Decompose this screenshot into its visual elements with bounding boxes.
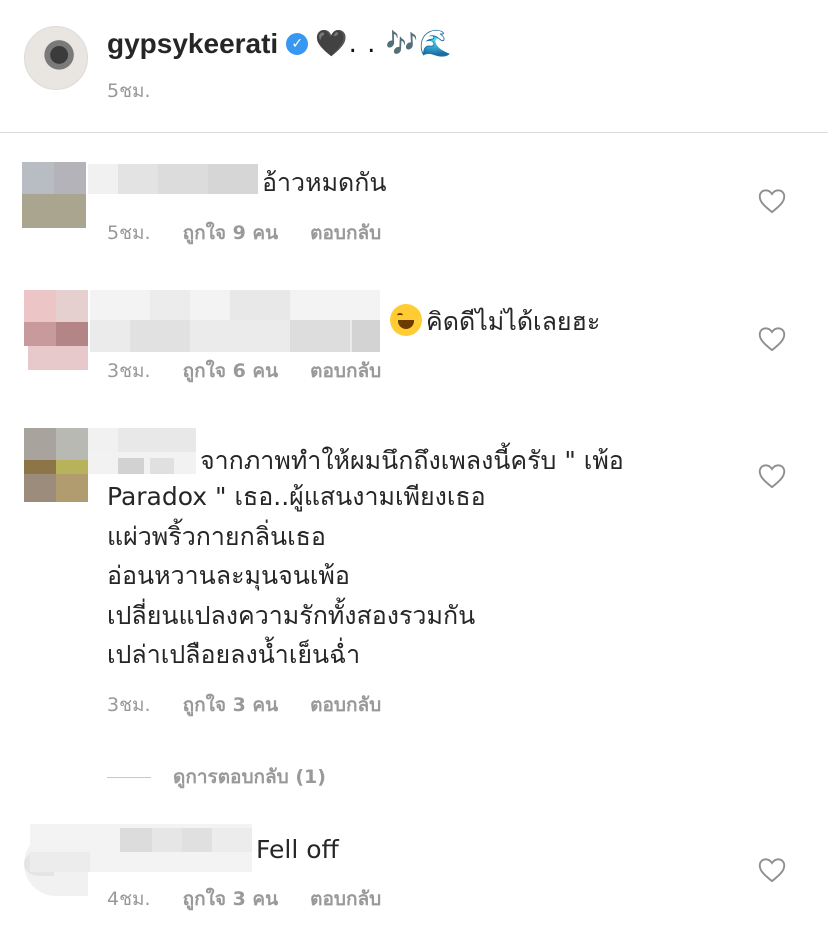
post-author-avatar[interactable] — [24, 26, 88, 90]
comment-item: อ้าวหมดกัน 5ชม. ถูกใจ 9 คน ตอบกลับ — [0, 150, 828, 250]
comment-time: 5ชม. — [107, 222, 151, 244]
comment-time: 3ชม. — [107, 360, 151, 382]
comment-line: อ้าวหมดกัน — [262, 168, 387, 197]
comment-line: เปลี่ยนแปลงความรักทั้งสองรวมกัน — [107, 600, 476, 630]
commenter-avatar-blurred[interactable] — [24, 290, 90, 370]
post-time: 5ชม. — [107, 80, 151, 102]
post-header: gypsykeerati ✓ 🖤. . 🎶🌊 5ชม. — [0, 0, 828, 132]
comment-item: Fell off 4ชม. ถูกใจ 3 คน ตอบกลับ — [0, 822, 828, 932]
comment-text: อ้าวหมดกัน — [262, 163, 387, 202]
heart-outline-icon[interactable] — [758, 326, 786, 352]
comment-line: แผ่วพริ้วกายกลิ่นเธอ — [107, 521, 326, 551]
comment-meta: 4ชม. ถูกใจ 3 คน ตอบกลับ — [107, 884, 381, 914]
reply-button[interactable]: ตอบกลับ — [310, 884, 381, 914]
comment-likes[interactable]: ถูกใจ 9 คน — [183, 218, 279, 248]
commenter-avatar-blurred[interactable] — [24, 428, 88, 502]
comment-line: อ่อนหวานละมุนจนเพ้อ — [107, 561, 350, 590]
header-divider — [0, 132, 828, 133]
comment-line: คิดดีไม่ได้เลยฮะ — [426, 307, 601, 336]
heart-outline-icon[interactable] — [758, 463, 786, 489]
commenter-username-blurred[interactable] — [88, 164, 258, 194]
comment-likes[interactable]: ถูกใจ 3 คน — [183, 690, 279, 720]
heart-outline-icon[interactable] — [758, 857, 786, 883]
comment-meta: 3ชม. ถูกใจ 6 คน ตอบกลับ — [107, 356, 381, 386]
replies-divider-line — [107, 776, 151, 778]
comment-likes[interactable]: ถูกใจ 6 คน — [183, 356, 279, 386]
comment-text: คิดดีไม่ได้เลยฮะ — [390, 302, 600, 341]
comment-time: 3ชม. — [107, 694, 151, 716]
post-caption: 🖤. . 🎶🌊 — [315, 29, 453, 59]
comment-text: จากภาพทำให้ผมนึกถึงเพลงนี้ครับ " เพ้อ — [200, 441, 624, 480]
post-username[interactable]: gypsykeerati — [107, 28, 278, 60]
comment-line: จากภาพทำให้ผมนึกถึงเพลงนี้ครับ " เพ้อ — [200, 446, 624, 475]
comment-item: จากภาพทำให้ผมนึกถึงเพลงนี้ครับ " เพ้อ Pa… — [0, 426, 828, 726]
view-replies-button[interactable]: ดูการตอบกลับ (1) — [107, 762, 326, 792]
comment-likes[interactable]: ถูกใจ 3 คน — [183, 884, 279, 914]
commenter-avatar-blurred[interactable] — [22, 162, 86, 228]
comment-item: คิดดีไม่ได้เลยฮะ 3ชม. ถูกใจ 6 คน ตอบกลับ — [0, 288, 828, 388]
comment-line: เปล่าเปลือยลงน้ำเย็นฉ่ำ — [107, 640, 361, 669]
face-with-tears-of-joy-icon — [390, 304, 422, 336]
reply-button[interactable]: ตอบกลับ — [310, 690, 381, 720]
post-user-line: gypsykeerati ✓ 🖤. . 🎶🌊 — [107, 22, 452, 66]
verified-badge-icon: ✓ — [286, 33, 309, 55]
comment-text: Fell off — [256, 830, 339, 869]
comment-meta: 5ชม. ถูกใจ 9 คน ตอบกลับ — [107, 218, 381, 248]
commenter-username-blurred[interactable] — [30, 824, 252, 872]
view-replies-label: ดูการตอบกลับ (1) — [173, 766, 326, 788]
reply-button[interactable]: ตอบกลับ — [310, 356, 381, 386]
comment-meta: 3ชม. ถูกใจ 3 คน ตอบกลับ — [107, 690, 381, 720]
commenter-username-blurred[interactable] — [88, 428, 196, 474]
heart-outline-icon[interactable] — [758, 188, 786, 214]
reply-button[interactable]: ตอบกลับ — [310, 218, 381, 248]
comment-time: 4ชม. — [107, 888, 151, 910]
comment-line: Paradox " เธอ..ผู้แสนงามเพียงเธอ — [107, 482, 486, 511]
commenter-username-blurred[interactable] — [90, 290, 380, 352]
comment-line: Fell off — [256, 835, 339, 864]
comment-text-continued: Paradox " เธอ..ผู้แสนงามเพียงเธอ แผ่วพริ… — [107, 477, 486, 675]
